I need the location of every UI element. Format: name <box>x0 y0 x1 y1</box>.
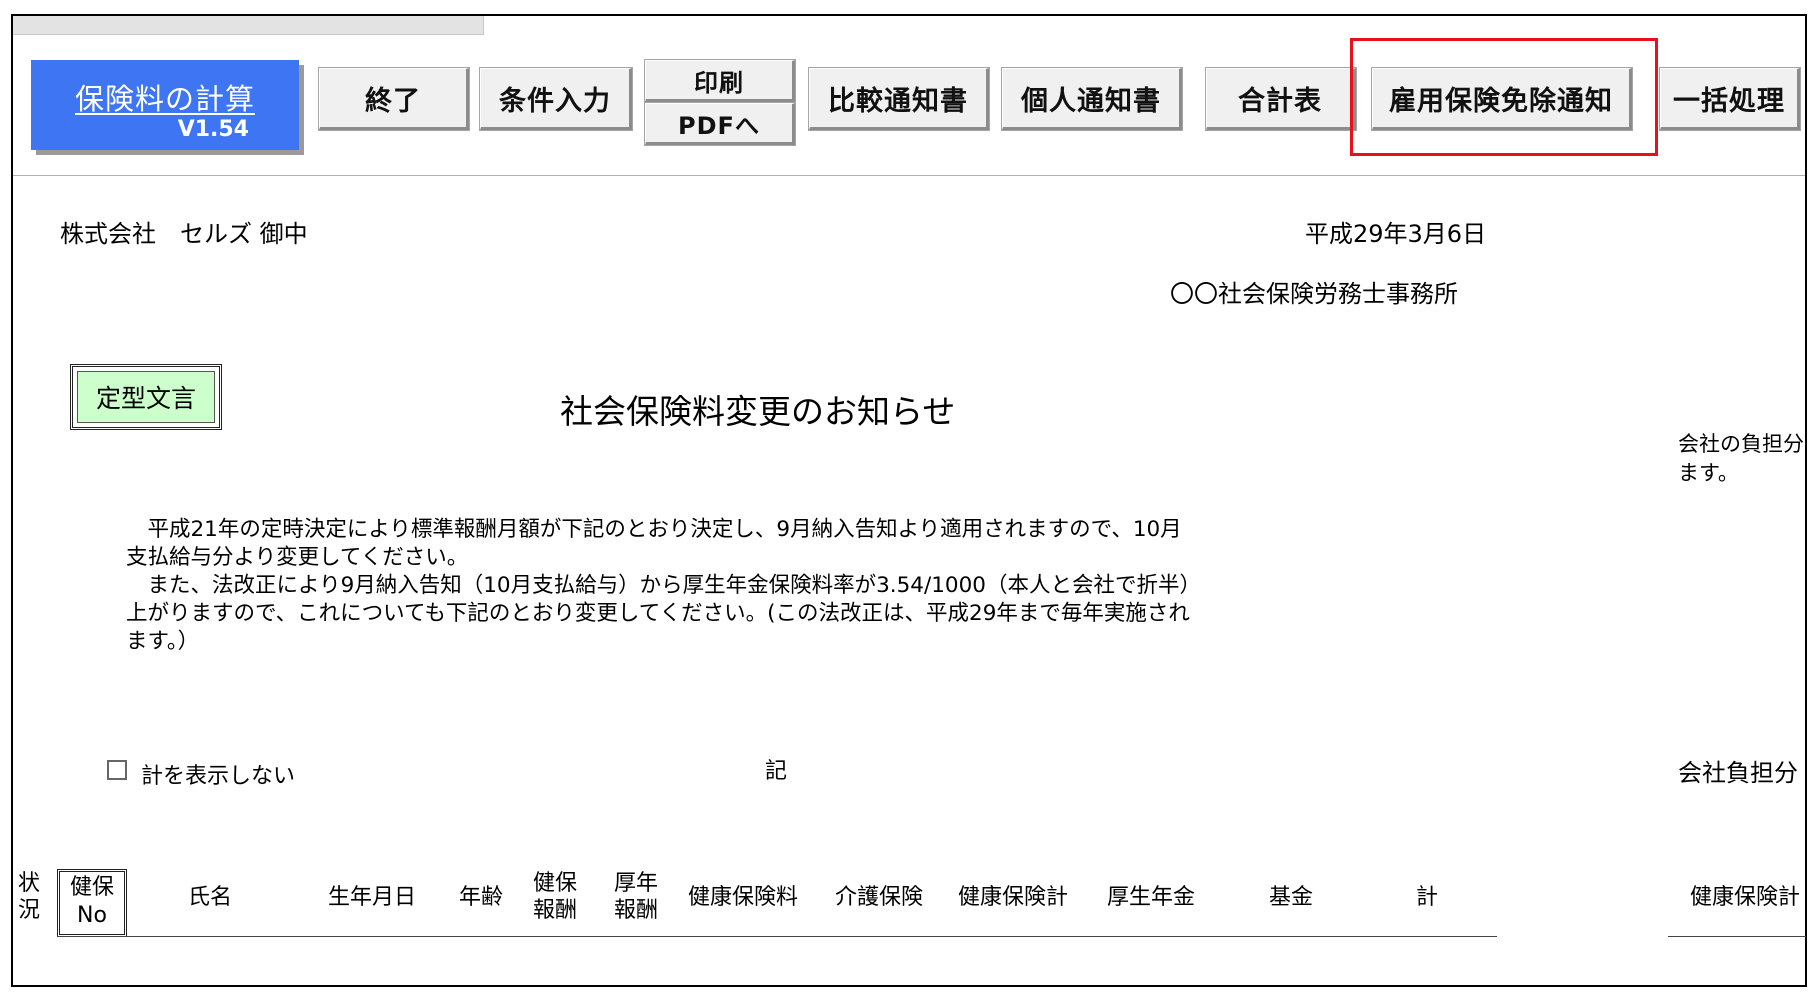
print-button[interactable]: 印刷 <box>645 60 795 102</box>
birthdate-header: 生年月日 <box>328 885 417 910</box>
body-line: また、法改正により9月納入告知（10月支払給与）から厚生年金保険料率が3.54/… <box>126 573 1201 598</box>
fund-header: 基金 <box>1269 885 1314 910</box>
body-line: 平成21年の定時決定により標準報酬月額が下記のとおり決定し、9月納入告知より適用… <box>126 517 1182 542</box>
calculate-premium-button[interactable]: 保険料の計算 V1.54 <box>31 60 299 150</box>
status-header: 状 況 <box>16 870 42 924</box>
kosei-hoshu-header: 厚年 報酬 <box>614 870 658 924</box>
window-frame <box>11 14 1807 987</box>
version-label: V1.54 <box>177 117 249 142</box>
kenpo-no-header: 健保 No <box>57 869 127 937</box>
hide-total-checkbox[interactable] <box>107 760 127 780</box>
kenpo-no-header-2: No <box>77 903 107 928</box>
kosei-hoshu-header-1: 厚年 <box>614 871 659 896</box>
condition-input-button[interactable]: 条件入力 <box>480 68 632 130</box>
kenpo-hoshu-header-2: 報酬 <box>533 898 578 923</box>
side-note-line2: ます。 <box>1678 461 1739 485</box>
kenpo-hoshu-header: 健保 報酬 <box>533 870 577 924</box>
kenpo-hoshu-header-1: 健保 <box>533 871 578 896</box>
company-header-underline <box>1668 936 1806 937</box>
notice-body: 平成21年の定時決定により標準報酬月額が下記のとおり決定し、9月納入告知より適用… <box>126 516 1226 656</box>
health-total-header: 健康保険計 <box>958 885 1069 910</box>
status-header-1: 状 <box>17 871 40 896</box>
pdf-export-button[interactable]: PDFへ <box>645 103 795 145</box>
template-text-label: 定型文言 <box>77 371 215 423</box>
age-header: 年齢 <box>459 885 504 910</box>
individual-notice-button[interactable]: 個人通知書 <box>1002 68 1182 130</box>
body-line: 支払給与分より変更してください。 <box>126 545 469 570</box>
total-table-button[interactable]: 合計表 <box>1206 68 1356 130</box>
calculate-premium-title: 保険料の計算 <box>74 82 255 116</box>
side-note-line1: 会社の負担分 <box>1678 432 1804 456</box>
pension-header: 厚生年金 <box>1107 885 1196 910</box>
hide-total-label: 計を表示しない <box>141 764 296 789</box>
comparison-notice-button[interactable]: 比較通知書 <box>809 68 989 130</box>
body-line: 上がりますので、これについても下記のとおり変更してください。(この法改正は、平成… <box>126 601 1190 626</box>
status-header-2: 況 <box>17 898 40 923</box>
health-premium-header: 健康保険料 <box>688 885 799 910</box>
employment-insurance-exemption-button[interactable]: 雇用保険免除通知 <box>1372 68 1632 130</box>
header-underline <box>57 936 1497 937</box>
nursing-header: 介護保険 <box>835 885 924 910</box>
sheet-tab-strip <box>13 16 484 35</box>
company-share-heading: 会社負担分 <box>1678 759 1798 787</box>
ki-label: 記 <box>765 759 788 784</box>
end-button[interactable]: 終了 <box>319 68 469 130</box>
page-title: 社会保険料変更のお知らせ <box>560 392 956 431</box>
kenpo-no-header-1: 健保 <box>69 875 114 900</box>
document-date: 平成29年3月6日 <box>1305 220 1487 248</box>
template-text-button[interactable]: 定型文言 <box>70 364 222 430</box>
total-header: 計 <box>1416 885 1439 910</box>
kosei-hoshu-header-2: 報酬 <box>614 898 659 923</box>
recipient-name: 株式会社 セルズ 御中 <box>60 220 308 248</box>
toolbar-divider <box>13 175 1805 176</box>
company-health-total-header: 健康保険計 <box>1690 885 1801 910</box>
name-header: 氏名 <box>188 885 233 910</box>
batch-process-button[interactable]: 一括処理 <box>1660 68 1800 130</box>
body-line: ます。） <box>126 629 200 654</box>
sender-office: 〇〇社会保険労務士事務所 <box>1170 280 1458 308</box>
